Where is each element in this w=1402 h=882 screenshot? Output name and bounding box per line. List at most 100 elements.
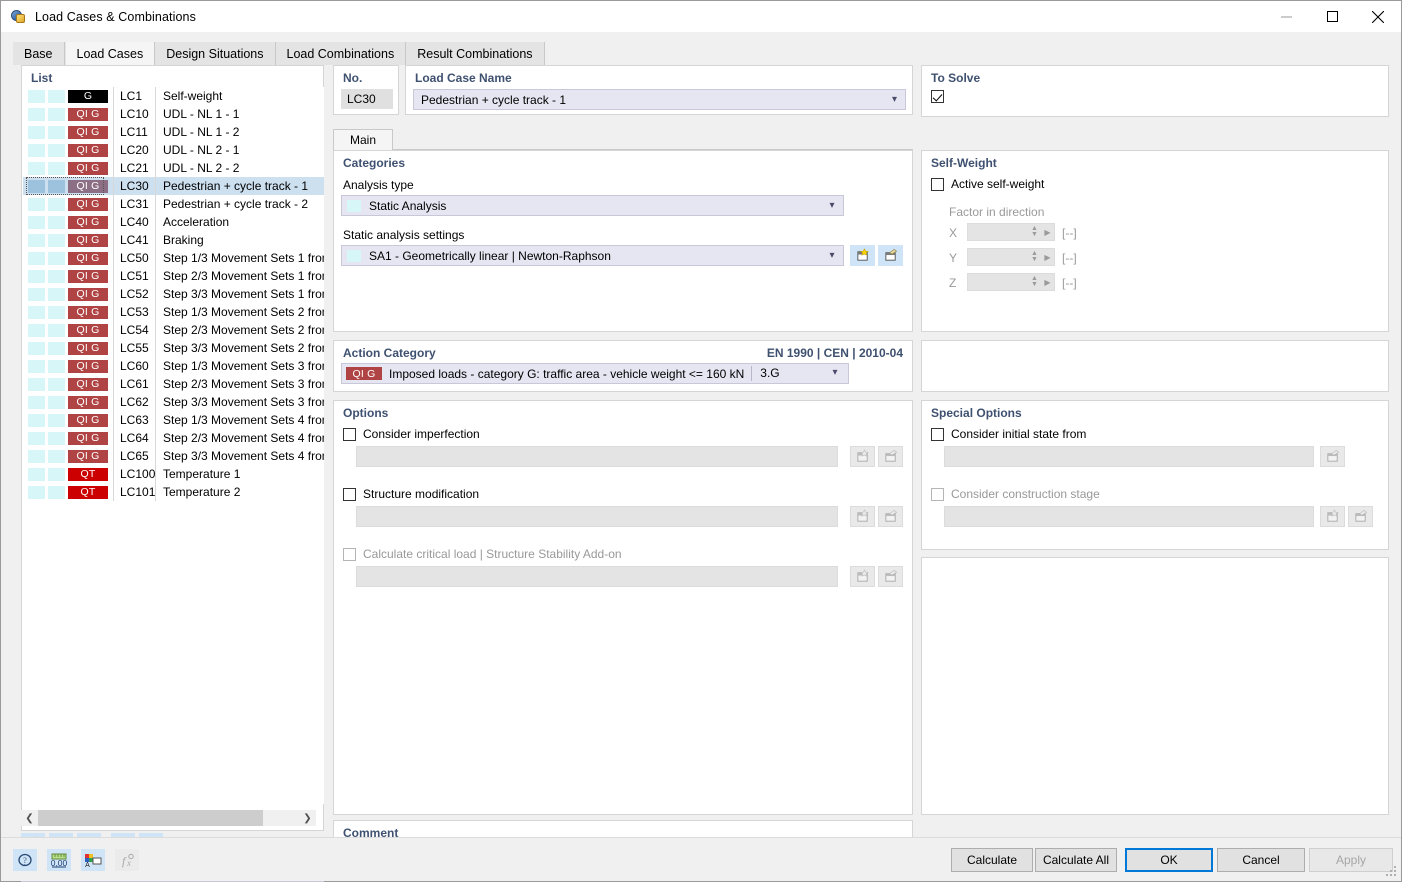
row-color-swatch-1[interactable] (28, 396, 45, 409)
load-case-row[interactable]: QI GLC11UDL - NL 1 - 2 (23, 123, 324, 141)
edit-structure-modification-button[interactable] (878, 506, 903, 527)
spinner-arrows-icon[interactable]: ▲▼ (1028, 249, 1041, 265)
load-case-row[interactable]: QI GLC31Pedestrian + cycle track - 2 (23, 195, 324, 213)
display-properties-button[interactable]: A (81, 849, 105, 871)
new-structure-modification-button[interactable] (850, 506, 875, 527)
row-color-swatch-1[interactable] (28, 108, 45, 121)
edit-construction-stage-button[interactable] (1348, 506, 1373, 527)
row-color-swatch-1[interactable] (28, 486, 45, 499)
new-critical-load-button[interactable] (850, 566, 875, 587)
load-case-row[interactable]: QI GLC55Step 3/3 Movement Sets 2 from RF… (23, 339, 324, 357)
load-case-row[interactable]: QI GLC21UDL - NL 2 - 2 (23, 159, 324, 177)
load-case-row[interactable]: QI GLC41Braking (23, 231, 324, 249)
row-color-swatch-2[interactable] (48, 108, 65, 121)
row-color-swatch-1[interactable] (28, 90, 45, 103)
consider-construction-stage-checkbox[interactable] (931, 488, 944, 501)
row-color-swatch-2[interactable] (48, 234, 65, 247)
action-category-combo[interactable]: QI G Imposed loads - category G: traffic… (341, 363, 849, 384)
self-weight-x-input[interactable]: ▲▼ ▶ (967, 223, 1055, 241)
row-color-swatch-2[interactable] (48, 306, 65, 319)
scroll-track[interactable] (38, 810, 299, 826)
row-color-swatch-1[interactable] (28, 468, 45, 481)
to-solve-checkbox[interactable] (931, 90, 944, 103)
close-icon[interactable] (1355, 1, 1401, 32)
construction-stage-field[interactable] (944, 506, 1314, 527)
row-color-swatch-1[interactable] (28, 270, 45, 283)
new-imperfection-button[interactable] (850, 446, 875, 467)
row-color-swatch-2[interactable] (48, 90, 65, 103)
row-color-swatch-1[interactable] (28, 162, 45, 175)
initial-state-field[interactable] (944, 446, 1314, 467)
load-case-list[interactable]: GLC1Self-weightQI GLC10UDL - NL 1 - 1QI … (23, 87, 324, 804)
calculate-button[interactable]: Calculate (951, 848, 1033, 872)
info-button[interactable]: ? (13, 849, 37, 871)
row-color-swatch-1[interactable] (28, 234, 45, 247)
row-color-swatch-1[interactable] (28, 252, 45, 265)
chevron-down-icon[interactable]: ▾ (892, 90, 897, 109)
row-color-swatch-2[interactable] (48, 252, 65, 265)
load-case-row[interactable]: QI GLC51Step 2/3 Movement Sets 1 from RF… (23, 267, 324, 285)
calculate-critical-load-checkbox[interactable] (343, 548, 356, 561)
row-color-swatch-2[interactable] (48, 126, 65, 139)
self-weight-z-input[interactable]: ▲▼ ▶ (967, 273, 1055, 291)
formula-button[interactable]: f x (115, 849, 139, 871)
row-color-swatch-1[interactable] (28, 144, 45, 157)
calculate-critical-load-row[interactable]: Calculate critical load | Structure Stab… (343, 547, 622, 561)
tab-load-cases[interactable]: Load Cases (65, 42, 156, 65)
tab-load-combinations[interactable]: Load Combinations (276, 42, 407, 65)
row-color-swatch-2[interactable] (48, 324, 65, 337)
chevron-right-icon[interactable]: ❯ (299, 810, 316, 826)
row-color-swatch-1[interactable] (28, 216, 45, 229)
imperfection-field[interactable] (356, 446, 838, 467)
row-color-swatch-2[interactable] (48, 396, 65, 409)
spinner-arrows-icon[interactable]: ▲▼ (1028, 274, 1041, 290)
consider-initial-state-row[interactable]: Consider initial state from (931, 427, 1086, 441)
new-construction-stage-button[interactable] (1320, 506, 1345, 527)
analysis-type-combo[interactable]: Static Analysis ▾ (341, 195, 844, 216)
calculate-all-button[interactable]: Calculate All (1035, 848, 1117, 872)
row-color-swatch-1[interactable] (28, 432, 45, 445)
load-case-row[interactable]: QI GLC30Pedestrian + cycle track - 1 (23, 177, 324, 195)
row-color-swatch-2[interactable] (48, 378, 65, 391)
row-color-swatch-2[interactable] (48, 270, 65, 283)
row-color-swatch-1[interactable] (28, 126, 45, 139)
resize-grip[interactable] (1386, 866, 1398, 878)
row-color-swatch-2[interactable] (48, 162, 65, 175)
row-color-swatch-2[interactable] (48, 342, 65, 355)
load-case-row[interactable]: QI GLC52Step 3/3 Movement Sets 1 from RF… (23, 285, 324, 303)
row-color-swatch-2[interactable] (48, 360, 65, 373)
load-case-row[interactable]: QI GLC53Step 1/3 Movement Sets 2 from RF… (23, 303, 324, 321)
consider-imperfection-checkbox[interactable] (343, 428, 356, 441)
static-settings-combo[interactable]: SA1 - Geometrically linear | Newton-Raph… (341, 245, 844, 266)
load-case-row[interactable]: QI GLC61Step 2/3 Movement Sets 3 from RF… (23, 375, 324, 393)
maximize-icon[interactable] (1309, 1, 1355, 32)
new-static-settings-button[interactable] (850, 245, 875, 266)
row-color-swatch-1[interactable] (28, 360, 45, 373)
load-case-row[interactable]: QI GLC63Step 1/3 Movement Sets 4 from RF… (23, 411, 324, 429)
edit-imperfection-button[interactable] (878, 446, 903, 467)
row-color-swatch-2[interactable] (48, 468, 65, 481)
structure-modification-field[interactable] (356, 506, 838, 527)
load-case-row[interactable]: QTLC101Temperature 2 (23, 483, 324, 501)
chevron-down-icon[interactable]: ▾ (821, 250, 843, 261)
chevron-down-icon[interactable]: ▾ (824, 367, 846, 378)
row-color-swatch-2[interactable] (48, 486, 65, 499)
ok-button[interactable]: OK (1125, 848, 1213, 872)
active-self-weight-checkbox[interactable] (931, 178, 944, 191)
edit-static-settings-button[interactable] (878, 245, 903, 266)
load-case-row[interactable]: QI GLC62Step 3/3 Movement Sets 3 from RF… (23, 393, 324, 411)
row-color-swatch-1[interactable] (28, 324, 45, 337)
structure-modification-row[interactable]: Structure modification (343, 487, 479, 501)
minimize-icon[interactable] (1263, 1, 1309, 32)
row-color-swatch-1[interactable] (28, 198, 45, 211)
load-case-row[interactable]: QI GLC65Step 3/3 Movement Sets 4 from RF… (23, 447, 324, 465)
row-color-swatch-1[interactable] (28, 450, 45, 463)
row-color-swatch-2[interactable] (48, 216, 65, 229)
row-color-swatch-1[interactable] (28, 414, 45, 427)
load-case-row[interactable]: QI GLC20UDL - NL 2 - 1 (23, 141, 324, 159)
play-icon[interactable]: ▶ (1041, 278, 1054, 287)
edit-critical-load-button[interactable] (878, 566, 903, 587)
load-case-row[interactable]: GLC1Self-weight (23, 87, 324, 105)
load-case-row[interactable]: QTLC100Temperature 1 (23, 465, 324, 483)
play-icon[interactable]: ▶ (1041, 228, 1054, 237)
